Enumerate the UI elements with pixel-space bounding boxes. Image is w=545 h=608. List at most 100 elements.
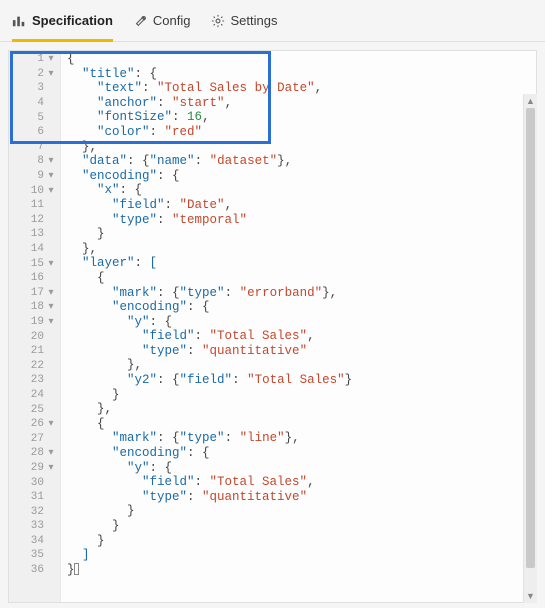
- tab-label: Settings: [231, 13, 278, 28]
- code-line[interactable]: "y": {: [67, 461, 536, 476]
- scroll-up-icon[interactable]: ▲: [524, 94, 537, 108]
- code-line[interactable]: "text": "Total Sales by Date",: [67, 81, 536, 96]
- gutter-line: 9▾: [9, 169, 60, 184]
- code-line[interactable]: "field": "Total Sales",: [67, 329, 536, 344]
- code-line[interactable]: }: [67, 227, 536, 242]
- line-gutter: 1▾2▾345678▾9▾10▾1112131415▾1617▾18▾19▾20…: [9, 51, 61, 602]
- gutter-line: 22: [9, 358, 60, 373]
- code-line[interactable]: "field": "Total Sales",: [67, 475, 536, 490]
- wrench-icon: [133, 14, 147, 28]
- gutter-line: 5: [9, 110, 60, 125]
- gutter-line: 3: [9, 81, 60, 96]
- gutter-line: 30: [9, 475, 60, 490]
- scroll-down-icon[interactable]: ▼: [524, 589, 537, 603]
- code-line[interactable]: },: [67, 402, 536, 417]
- code-line[interactable]: {: [67, 271, 536, 286]
- fold-toggle-icon[interactable]: ▾: [46, 155, 56, 167]
- gutter-line: 7: [9, 140, 60, 155]
- fold-toggle-icon[interactable]: ▾: [46, 53, 56, 65]
- code-line[interactable]: "encoding": {: [67, 169, 536, 184]
- gutter-line: 15▾: [9, 256, 60, 271]
- gutter-line: 34: [9, 534, 60, 549]
- code-line[interactable]: },: [67, 358, 536, 373]
- gutter-line: 23: [9, 373, 60, 388]
- gutter-line: 36: [9, 563, 60, 578]
- code-line[interactable]: "y": {: [67, 315, 536, 330]
- scrollbar-thumb[interactable]: [526, 108, 535, 568]
- gutter-line: 29▾: [9, 461, 60, 476]
- fold-toggle-icon[interactable]: ▾: [46, 258, 56, 270]
- code-line[interactable]: "x": {: [67, 183, 536, 198]
- gutter-line: 1▾: [9, 52, 60, 67]
- code-line[interactable]: "encoding": {: [67, 300, 536, 315]
- gutter-line: 18▾: [9, 300, 60, 315]
- code-line[interactable]: "type": "quantitative": [67, 490, 536, 505]
- code-line[interactable]: "layer": [: [67, 256, 536, 271]
- fold-toggle-icon[interactable]: ▾: [46, 185, 56, 197]
- code-line[interactable]: "color": "red": [67, 125, 536, 140]
- tab-bar: Specification Config Settings: [0, 0, 545, 42]
- gutter-line: 21: [9, 344, 60, 359]
- fold-toggle-icon[interactable]: ▾: [46, 287, 56, 299]
- scrollbar-track[interactable]: [524, 108, 537, 589]
- gutter-line: 28▾: [9, 446, 60, 461]
- code-line[interactable]: },: [67, 242, 536, 257]
- code-line[interactable]: }: [67, 534, 536, 549]
- code-line[interactable]: }: [67, 388, 536, 403]
- fold-toggle-icon[interactable]: ▾: [46, 462, 56, 474]
- fold-toggle-icon[interactable]: ▾: [46, 68, 56, 80]
- fold-toggle-icon[interactable]: ▾: [46, 170, 56, 182]
- tab-label: Config: [153, 13, 191, 28]
- text-cursor: [74, 563, 79, 575]
- code-line[interactable]: "field": "Date",: [67, 198, 536, 213]
- fold-toggle-icon[interactable]: ▾: [46, 301, 56, 313]
- code-editor[interactable]: 1▾2▾345678▾9▾10▾1112131415▾1617▾18▾19▾20…: [8, 50, 537, 603]
- fold-toggle-icon[interactable]: ▾: [46, 418, 56, 430]
- gutter-line: 11: [9, 198, 60, 213]
- gutter-line: 8▾: [9, 154, 60, 169]
- tab-label: Specification: [32, 13, 113, 28]
- code-line[interactable]: },: [67, 140, 536, 155]
- gutter-line: 24: [9, 388, 60, 403]
- code-line[interactable]: "mark": {"type": "errorband"},: [67, 286, 536, 301]
- fold-toggle-icon[interactable]: ▾: [46, 316, 56, 328]
- tab-config[interactable]: Config: [133, 0, 191, 41]
- gutter-line: 4: [9, 96, 60, 111]
- gear-icon: [211, 14, 225, 28]
- gutter-line: 19▾: [9, 315, 60, 330]
- gutter-line: 14: [9, 242, 60, 257]
- code-line[interactable]: "title": {: [67, 67, 536, 82]
- gutter-line: 17▾: [9, 286, 60, 301]
- code-line[interactable]: "fontSize": 16,: [67, 110, 536, 125]
- code-line[interactable]: }: [67, 504, 536, 519]
- code-line[interactable]: "encoding": {: [67, 446, 536, 461]
- gutter-line: 33: [9, 519, 60, 534]
- code-line[interactable]: ]: [67, 548, 536, 563]
- code-line[interactable]: "mark": {"type": "line"},: [67, 431, 536, 446]
- gutter-line: 20: [9, 329, 60, 344]
- gutter-line: 25: [9, 402, 60, 417]
- code-line[interactable]: "type": "quantitative": [67, 344, 536, 359]
- fold-toggle-icon[interactable]: ▾: [46, 447, 56, 459]
- gutter-line: 10▾: [9, 183, 60, 198]
- code-line[interactable]: }: [67, 519, 536, 534]
- gutter-line: 32: [9, 504, 60, 519]
- code-line[interactable]: "data": {"name": "dataset"},: [67, 154, 536, 169]
- gutter-line: 13: [9, 227, 60, 242]
- gutter-line: 12: [9, 213, 60, 228]
- tab-specification[interactable]: Specification: [12, 0, 113, 41]
- tab-settings[interactable]: Settings: [211, 0, 278, 41]
- gutter-line: 35: [9, 548, 60, 563]
- code-line[interactable]: "y2": {"field": "Total Sales"}: [67, 373, 536, 388]
- gutter-line: 6: [9, 125, 60, 140]
- code-line[interactable]: {: [67, 52, 536, 67]
- gutter-line: 31: [9, 490, 60, 505]
- editor-container: 1▾2▾345678▾9▾10▾1112131415▾1617▾18▾19▾20…: [0, 42, 545, 608]
- code-line[interactable]: }: [67, 563, 536, 578]
- vertical-scrollbar[interactable]: ▲ ▼: [523, 94, 537, 603]
- code-line[interactable]: {: [67, 417, 536, 432]
- gutter-line: 27: [9, 431, 60, 446]
- code-body[interactable]: { "title": { "text": "Total Sales by Dat…: [61, 51, 536, 602]
- code-line[interactable]: "anchor": "start",: [67, 96, 536, 111]
- code-line[interactable]: "type": "temporal": [67, 213, 536, 228]
